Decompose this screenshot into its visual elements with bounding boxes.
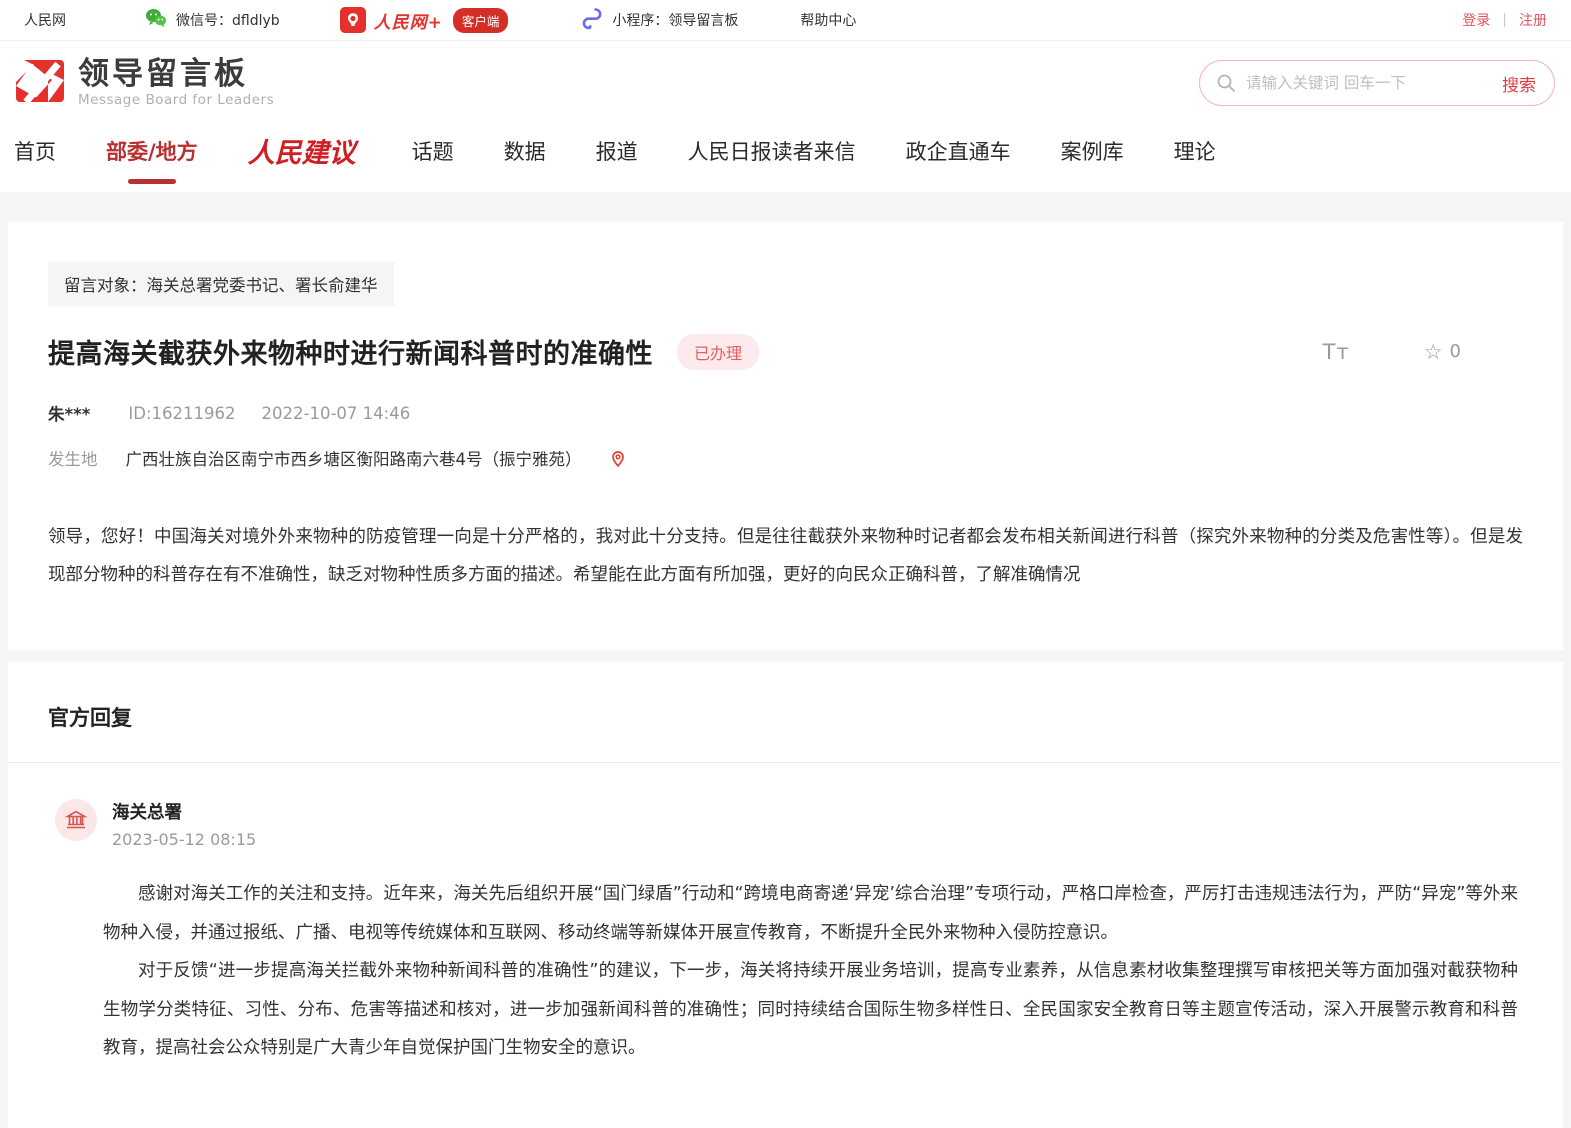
government-building-icon [64, 808, 88, 832]
wechat-icon [144, 6, 168, 34]
location-pin-icon[interactable] [608, 448, 628, 468]
search-icon [1216, 73, 1236, 93]
peoples-daily-plus-icon [340, 7, 366, 33]
nav-reports[interactable]: 报道 [596, 136, 638, 170]
star-icon: ☆ [1424, 340, 1443, 364]
message-card: 留言对象：海关总署党委书记、署长俞建华 提高海关截获外来物种时进行新闻科普时的准… [8, 222, 1563, 650]
favorite-button[interactable]: ☆ 0 [1424, 340, 1461, 364]
peoples-daily-link[interactable]: 人民网 [24, 10, 66, 30]
favorite-count: 0 [1450, 341, 1461, 362]
top-utility-bar: 人民网 微信号：dfldlyb [0, 0, 1571, 41]
location-value: 广西壮族自治区南宁市西乡塘区衡阳路南六巷4号（振宁雅苑） [126, 446, 582, 470]
help-center-link[interactable]: 帮助中心 [800, 10, 856, 30]
message-body: 领导，您好！中国海关对境外外来物种的防疫管理一向是十分严格的，我对此十分支持。但… [48, 518, 1523, 594]
peoples-daily-app[interactable]: 人民网+ 客户端 [340, 7, 509, 33]
nav-data[interactable]: 数据 [504, 136, 546, 170]
peoples-daily-plus-label: 人民网+ [374, 8, 443, 33]
message-author: 朱*** [48, 401, 90, 425]
reply-section-title: 官方回复 [8, 702, 1563, 732]
nav-gov-business-express[interactable]: 政企直通车 [906, 136, 1011, 170]
miniprogram-entry[interactable]: 小程序：领导留言板 [580, 6, 738, 34]
site-header: 领导留言板 Message Board for Leaders 搜索 [0, 41, 1571, 125]
location-label: 发生地 [48, 446, 98, 470]
nav-ministries-local[interactable]: 部委/地方 [106, 136, 198, 170]
miniprogram-icon [580, 6, 604, 34]
miniprogram-label: 小程序：领导留言板 [612, 10, 738, 30]
auth-divider: | [1502, 12, 1507, 28]
message-datetime: 2022-10-07 14:46 [262, 404, 411, 423]
search-input[interactable] [1246, 74, 1502, 92]
nav-case-library[interactable]: 案例库 [1061, 136, 1124, 170]
login-link[interactable]: 登录 [1462, 10, 1490, 30]
official-reply-card: 官方回复 海关总署 2023-05-12 08:15 [8, 662, 1563, 1128]
search-box[interactable]: 搜索 [1199, 60, 1555, 106]
wechat-id-label: 微信号：dfldlyb [176, 10, 280, 30]
reply-paragraph: 感谢对海关工作的关注和支持。近年来，海关先后组织开展“国门绿盾”行动和“跨境电商… [103, 875, 1518, 952]
nav-theory[interactable]: 理论 [1174, 136, 1216, 170]
site-logo-icon [14, 58, 66, 108]
main-nav: 首页 部委/地方 人民建议 话题 数据 报道 人民日报读者来信 政企直通车 案例… [0, 125, 1571, 192]
agency-name: 海关总署 [112, 799, 256, 824]
nav-home[interactable]: 首页 [14, 136, 56, 170]
main-content: 留言对象：海关总署党委书记、署长俞建华 提高海关截获外来物种时进行新闻科普时的准… [0, 192, 1571, 1128]
message-title: 提高海关截获外来物种时进行新闻科普时的准确性 [48, 332, 653, 371]
font-size-toggle-icon[interactable]: Tт [1323, 340, 1350, 364]
reply-paragraph: 对于反馈“进一步提高海关拦截外来物种新闻科普的准确性”的建议，下一步，海关将持续… [103, 952, 1518, 1068]
register-link[interactable]: 注册 [1519, 10, 1547, 30]
client-app-badge: 客户端 [453, 8, 509, 33]
status-badge: 已办理 [677, 334, 759, 370]
site-title: 领导留言板 [78, 58, 274, 91]
reply-datetime: 2023-05-12 08:15 [112, 830, 256, 849]
nav-peoples-suggestions[interactable]: 人民建议 [248, 131, 356, 174]
message-target-tag: 留言对象：海关总署党委书记、署长俞建华 [48, 262, 394, 306]
nav-reader-letters[interactable]: 人民日报读者来信 [688, 136, 856, 170]
reply-content: 感谢对海关工作的关注和支持。近年来，海关先后组织开展“国门绿盾”行动和“跨境电商… [55, 875, 1518, 1068]
search-button[interactable]: 搜索 [1502, 71, 1536, 96]
message-id: ID:16211962 [128, 404, 235, 423]
nav-topics[interactable]: 话题 [412, 136, 454, 170]
site-subtitle: Message Board for Leaders [78, 92, 274, 108]
agency-avatar [55, 799, 97, 841]
site-logo[interactable]: 领导留言板 Message Board for Leaders [14, 58, 274, 109]
wechat-account: 微信号：dfldlyb [144, 6, 280, 34]
